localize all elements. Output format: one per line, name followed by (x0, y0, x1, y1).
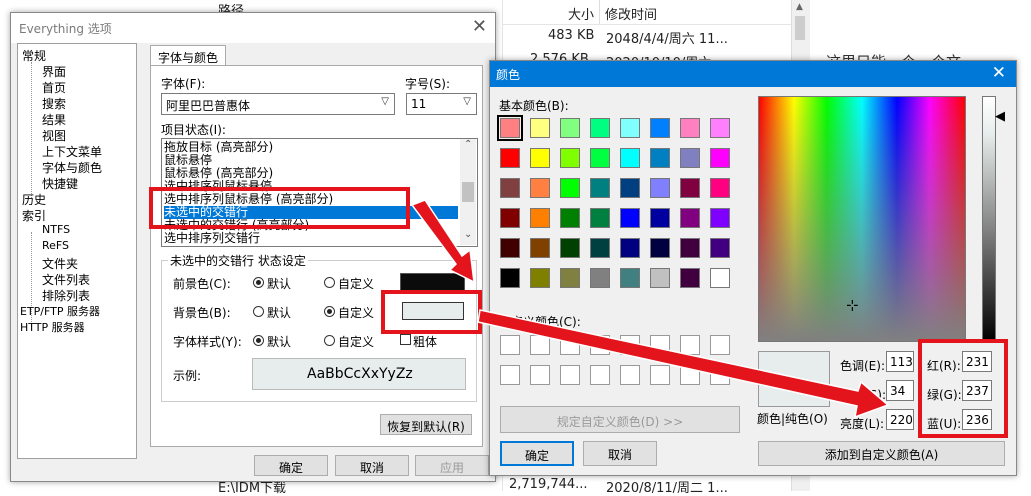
arrow-to-bg-color (410, 199, 475, 284)
arrow-to-rgb-fields (477, 309, 890, 419)
annotation-arrows (410, 199, 890, 419)
